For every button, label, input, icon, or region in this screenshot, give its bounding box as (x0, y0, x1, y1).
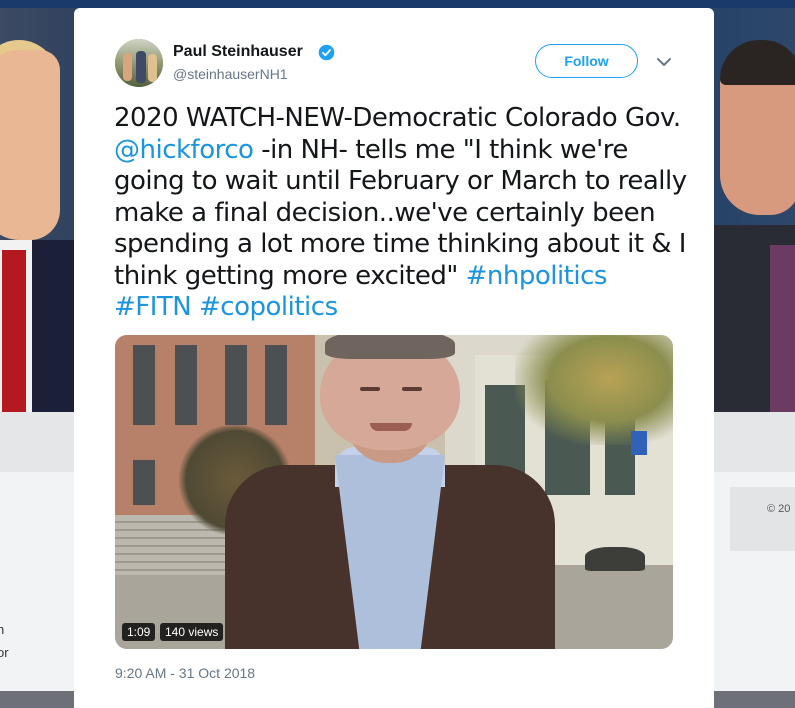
hashtag-link[interactable]: #copolitics (199, 292, 338, 322)
avatar[interactable] (115, 39, 163, 87)
background-side-card (730, 487, 795, 551)
follow-button[interactable]: Follow (535, 44, 638, 78)
background-copyright: © 20 (767, 503, 791, 515)
video-duration-badge: 1:09 (122, 623, 156, 641)
background-left-person (0, 40, 75, 412)
background-left-text-1: n (0, 622, 5, 637)
chevron-down-icon[interactable] (656, 56, 672, 68)
author-handle[interactable]: @steinhauserNH1 (173, 66, 288, 82)
background-banner (0, 0, 795, 8)
hashtag-link[interactable]: #FITN (114, 292, 192, 322)
tweet-timestamp[interactable]: 9:20 AM - 31 Oct 2018 (115, 665, 255, 681)
background-left-text-2: or (0, 645, 9, 660)
background-right-person (712, 40, 795, 412)
video-views-badge: 140 views (160, 623, 224, 641)
video-player[interactable]: 1:09 140 views (115, 335, 673, 649)
tweet-card: Paul Steinhauser @steinhauserNH1 Follow … (74, 8, 714, 708)
tweet-text-part-1: 2020 WATCH-NEW-Democratic Colorado Gov. (114, 103, 681, 133)
mention-link[interactable]: @hickforco (114, 135, 254, 165)
tweet-text: 2020 WATCH-NEW-Democratic Colorado Gov. … (114, 103, 689, 324)
author-name[interactable]: Paul Steinhauser (173, 43, 303, 61)
verified-badge-icon (318, 44, 335, 61)
hashtag-link[interactable]: #nhpolitics (466, 261, 608, 291)
